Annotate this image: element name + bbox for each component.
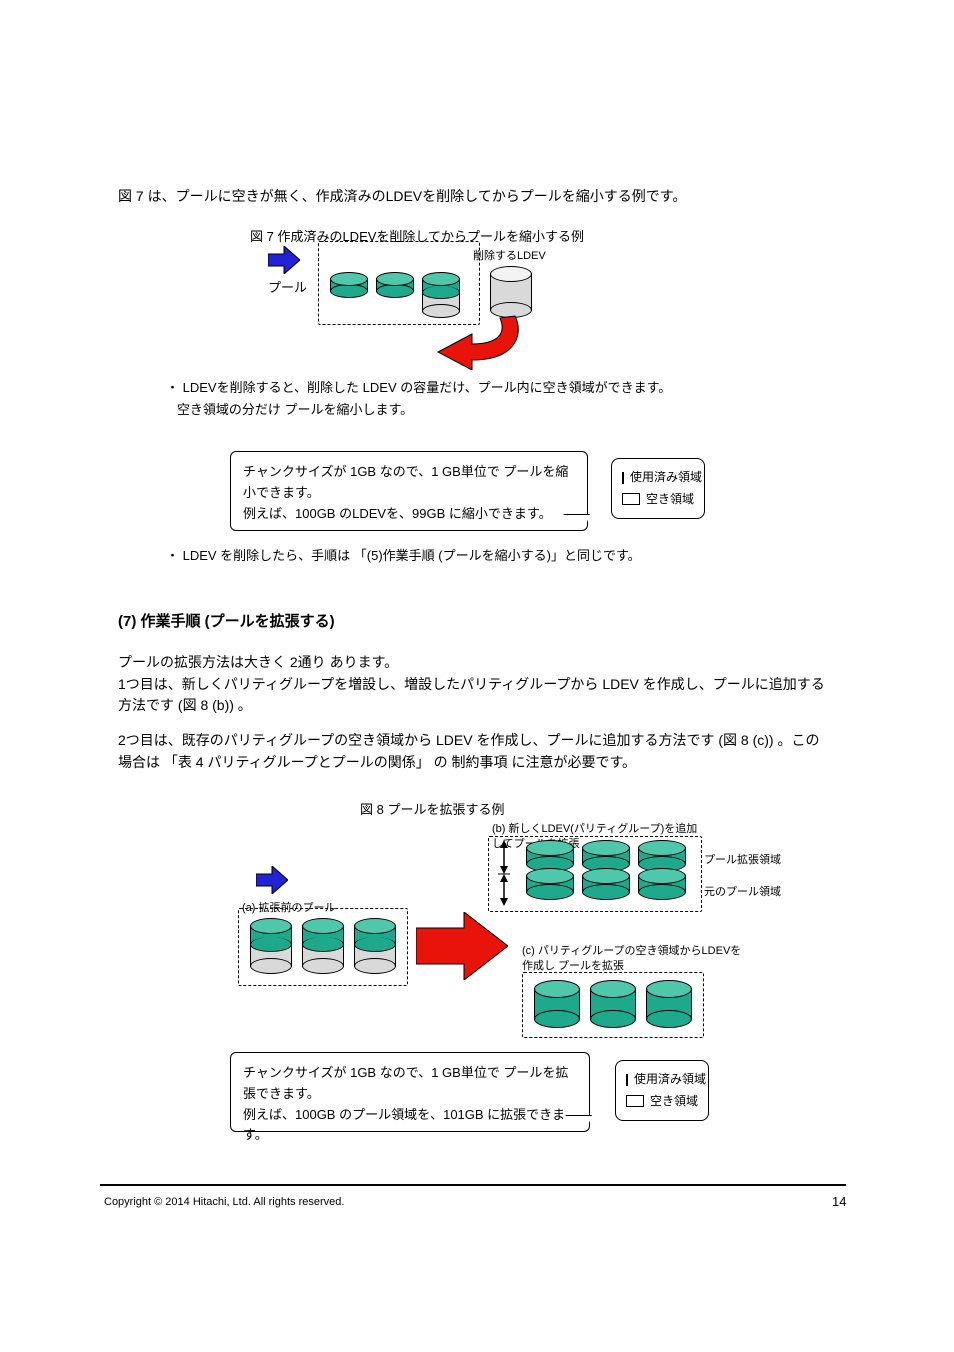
red-big-arrow-icon — [416, 912, 508, 985]
footer-rule — [100, 1184, 846, 1186]
fig8-c-2 — [590, 980, 636, 1028]
fig8-b-bot-3 — [638, 868, 686, 900]
section2-para1: プールの拡張方法は大きく 2通り あります。 1つ目は、新しくパリティグループを… — [118, 652, 828, 717]
legend-used-swatch — [622, 472, 624, 484]
fig7-note-box: チャンクサイズが 1GB なので、1 GB単位で プールを縮小できます。 例えば… — [230, 451, 588, 531]
fig7-ldev-3 — [422, 272, 460, 318]
fig8-note-box: チャンクサイズが 1GB なので、1 GB単位で プールを拡張できます。 例えば… — [230, 1052, 590, 1132]
section2-para2: 2つ目は、既存のパリティグループの空き領域から LDEV を作成し、プールに追加… — [118, 730, 828, 773]
para-shrink-intro: 図 7 は、プールに空きが無く、作成済みのLDEVを削除してからプールを縮小する… — [118, 186, 686, 208]
fig8-b-measure — [495, 840, 513, 911]
fig7-delete-ldev — [490, 266, 532, 318]
fig8-c-label: (c) パリティグループの空き領域からLDEVを 作成し プールを拡張 — [522, 944, 741, 975]
fig8-a-blue-arrow-icon — [256, 866, 288, 899]
legend-used-swatch-2 — [626, 1074, 628, 1086]
legend-free-swatch-2 — [626, 1095, 644, 1107]
fig8-b-oldpool-label: 元のプール領域 — [704, 884, 781, 901]
red-curved-arrow-icon — [420, 314, 530, 375]
fig8-a-3 — [354, 918, 396, 974]
fig8-c-3 — [646, 980, 692, 1028]
fig7-legend: 使用済み領域 空き領域 — [611, 458, 705, 519]
fig7-ldev-2 — [376, 272, 414, 298]
fig7-ldev-1 — [330, 272, 368, 298]
footer-copyright: Copyright © 2014 Hitachi, Ltd. All right… — [104, 1196, 344, 1208]
section2-heading: (7) 作業手順 (プールを拡張する) — [118, 610, 335, 633]
legend-free-swatch — [622, 493, 640, 505]
fig7-delete-label: 削除するLDEV — [473, 248, 546, 265]
footer-page-number: 14 — [832, 1194, 846, 1209]
fig7-followup: ・ LDEV を削除したら、手順は 「(5)作業手順 (プールを縮小する)」と同… — [166, 546, 641, 566]
fig8-b-bot-2 — [582, 868, 630, 900]
fig8-caption: 図 8 プールを拡張する例 — [360, 800, 504, 820]
fig8-legend: 使用済み領域 空き領域 — [615, 1060, 709, 1121]
fig7-pool-label: プール — [268, 278, 307, 298]
fig7-note-line1: ・ LDEVを削除すると、削除した LDEV の容量だけ、プール内に空き領域がで… — [166, 378, 671, 398]
fig8-a-1 — [250, 918, 292, 974]
fig8-b-bot-1 — [526, 868, 574, 900]
fig7-note-line2: 空き領域の分だけ プールを縮小します。 — [166, 400, 413, 420]
fig8-c-1 — [534, 980, 580, 1028]
fig8-b-newpool-label: プール拡張領域 — [704, 852, 781, 869]
blue-arrow-icon — [268, 246, 300, 279]
fig8-a-2 — [302, 918, 344, 974]
